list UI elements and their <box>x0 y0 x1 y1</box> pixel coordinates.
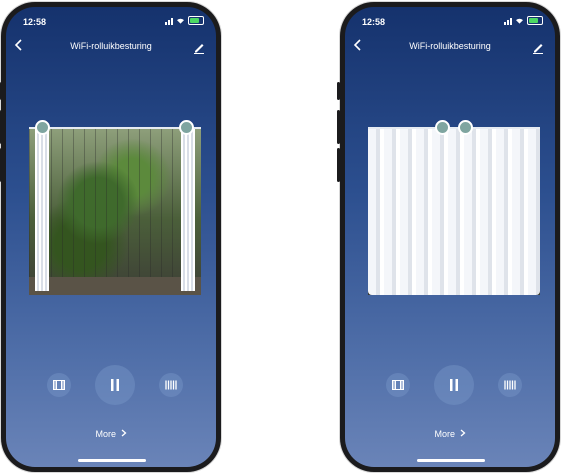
app-screen: 12:58 WiFi-rolluikbesturing More <box>6 7 216 467</box>
side-button <box>0 148 1 182</box>
home-indicator <box>78 459 146 462</box>
curtain-close-icon <box>165 380 177 390</box>
phone-frame-closed: 12:58 WiFi-rolluikbesturing More <box>337 2 560 472</box>
pencil-icon[interactable] <box>192 40 206 54</box>
pause-button[interactable] <box>95 365 135 405</box>
curtain-open-icon <box>53 380 65 390</box>
control-bar <box>6 365 216 405</box>
curtain-left-handle[interactable] <box>435 120 450 135</box>
close-curtain-button[interactable] <box>498 373 522 397</box>
battery-icon <box>527 16 543 25</box>
chevron-right-icon <box>460 429 466 437</box>
side-button <box>337 148 340 182</box>
curtain-rail <box>368 127 540 129</box>
more-label: More <box>95 429 116 439</box>
curtain-right-handle[interactable] <box>458 120 473 135</box>
curtain-rail <box>29 127 201 129</box>
side-button <box>0 110 1 144</box>
more-link[interactable]: More <box>345 429 555 439</box>
curtain-open-icon <box>392 380 404 390</box>
status-time: 12:58 <box>362 17 386 27</box>
signal-icon <box>504 17 512 25</box>
wifi-icon <box>516 18 523 24</box>
more-label: More <box>434 429 455 439</box>
status-bar: 12:58 <box>345 7 555 31</box>
window-view <box>29 127 201 295</box>
chevron-right-icon <box>121 429 127 437</box>
pencil-icon[interactable] <box>531 40 545 54</box>
phone-frame-open: 12:58 WiFi-rolluikbesturing More <box>0 2 221 472</box>
side-button <box>0 82 1 100</box>
open-curtain-button[interactable] <box>47 373 71 397</box>
curtain-close-icon <box>504 380 516 390</box>
pause-button[interactable] <box>434 365 474 405</box>
curtain-right-panel <box>181 127 195 291</box>
close-curtain-button[interactable] <box>159 373 183 397</box>
more-link[interactable]: More <box>6 429 216 439</box>
nav-bar: WiFi-rolluikbesturing <box>345 37 555 57</box>
nav-bar: WiFi-rolluikbesturing <box>6 37 216 57</box>
wifi-icon <box>177 18 184 24</box>
curtain-left-panel <box>35 127 49 291</box>
curtain-closed-panel <box>368 127 540 295</box>
pause-icon <box>111 379 119 391</box>
home-indicator <box>417 459 485 462</box>
status-bar: 12:58 <box>6 7 216 31</box>
pause-icon <box>450 379 458 391</box>
open-curtain-button[interactable] <box>386 373 410 397</box>
window-view <box>368 127 540 295</box>
curtain-left-handle[interactable] <box>35 120 50 135</box>
status-time: 12:58 <box>23 17 47 27</box>
curtain-right-handle[interactable] <box>179 120 194 135</box>
page-title: WiFi-rolluikbesturing <box>70 41 152 51</box>
control-bar <box>345 365 555 405</box>
side-button <box>337 82 340 100</box>
app-screen: 12:58 WiFi-rolluikbesturing More <box>345 7 555 467</box>
signal-icon <box>165 17 173 25</box>
page-title: WiFi-rolluikbesturing <box>409 41 491 51</box>
battery-icon <box>188 16 204 25</box>
side-button <box>337 110 340 144</box>
